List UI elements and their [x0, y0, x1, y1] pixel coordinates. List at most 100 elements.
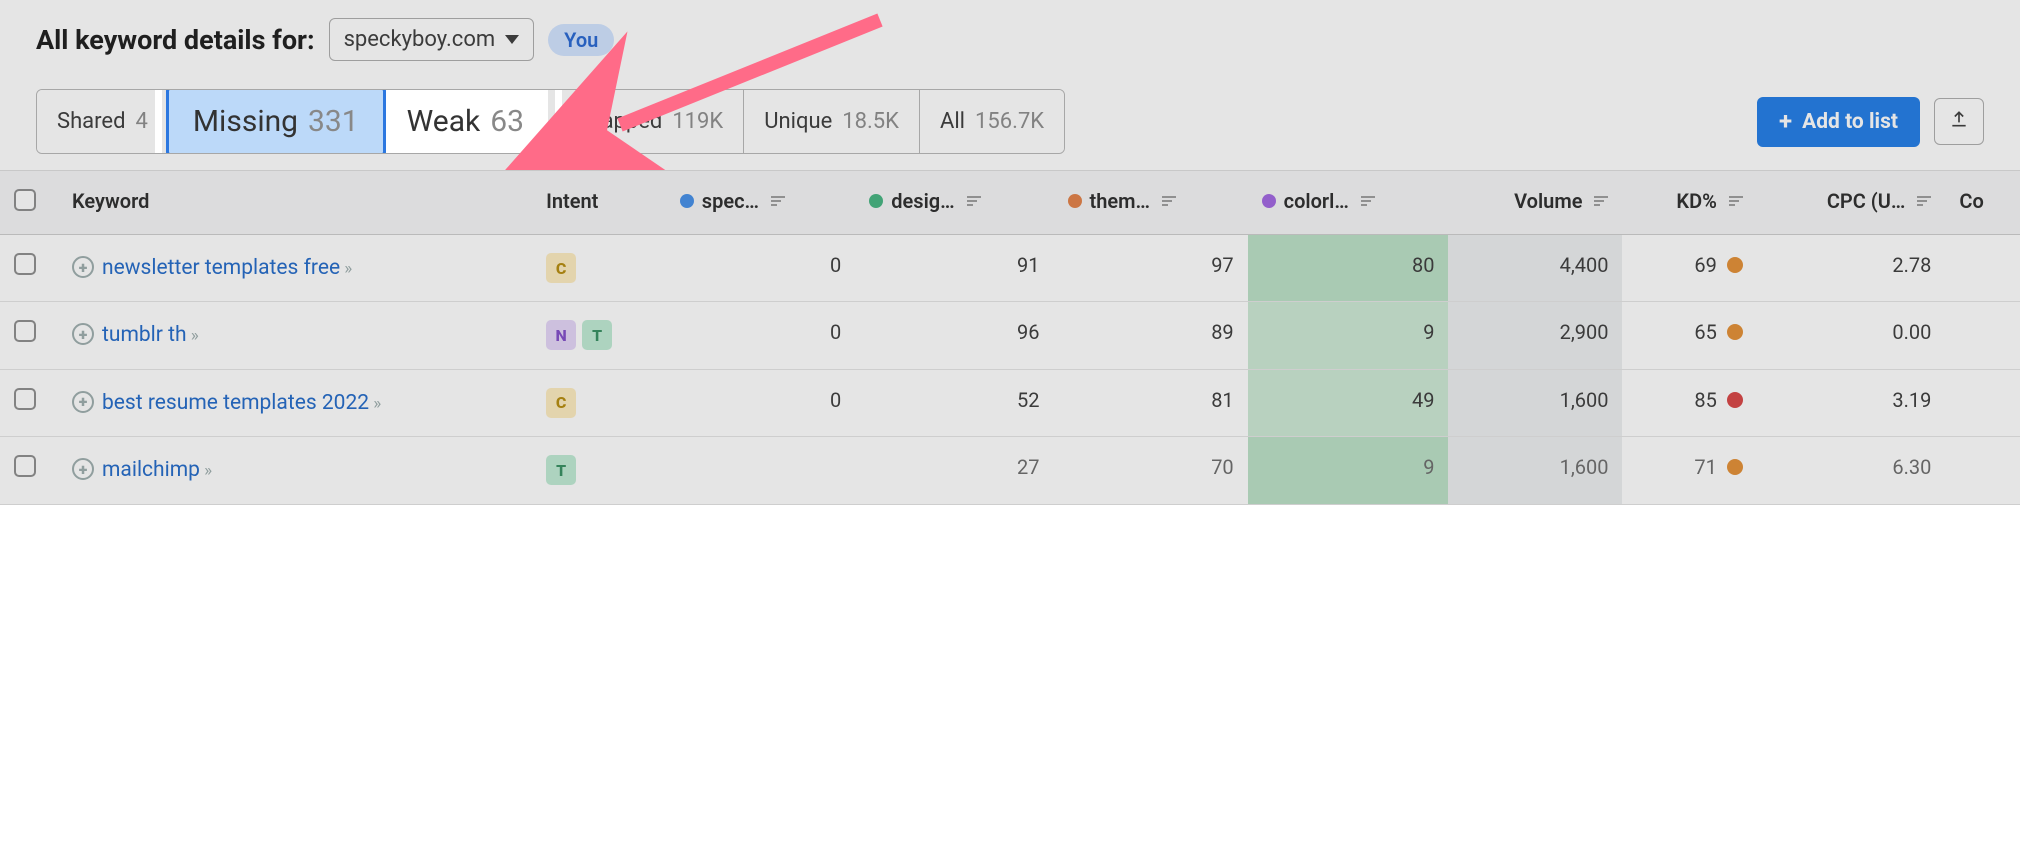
expand-icon[interactable]: + [72, 323, 94, 345]
cell-volume: 2,900 [1448, 302, 1622, 369]
add-to-list-label: Add to list [1802, 110, 1898, 134]
domain-dropdown[interactable]: speckyboy.com [329, 18, 535, 61]
col-volume[interactable]: Volume [1448, 171, 1622, 235]
filter-all-count: 156.7K [975, 109, 1044, 134]
cell-co [1945, 302, 2020, 369]
dot-icon [869, 194, 883, 208]
col-colorl-label: colorl… [1284, 189, 1349, 213]
expand-icon[interactable]: + [72, 391, 94, 413]
cell-spec [666, 437, 856, 504]
filter-shared-label: Shared [57, 109, 125, 134]
filter-segment: Shared 4 Missing 331 Weak 63 Untapped 11… [36, 89, 1065, 154]
keyword-cell: + tumblr th » [72, 320, 518, 350]
intent-badge-c: C [546, 253, 576, 283]
col-kd[interactable]: KD% [1622, 171, 1756, 235]
kd-dot-icon [1727, 257, 1743, 273]
col-intent[interactable]: Intent [532, 171, 666, 235]
keyword-cell: + best resume templates 2022 » [72, 388, 518, 418]
add-to-list-button[interactable]: Add to list [1757, 97, 1920, 147]
filter-missing-label: Missing [193, 104, 298, 139]
table-row: + best resume templates 2022 » C 0 52 81… [0, 369, 2020, 436]
keyword-link[interactable]: mailchimp » [102, 455, 208, 485]
cell-desig: 96 [855, 302, 1053, 369]
upload-icon [1949, 113, 1969, 134]
row-checkbox[interactable] [14, 320, 36, 342]
filter-weak[interactable]: Weak 63 [383, 90, 548, 153]
filter-all[interactable]: All 156.7K [920, 90, 1064, 153]
cell-co [1945, 437, 2020, 504]
cell-cpc: 6.30 [1757, 437, 1946, 504]
table-row: + newsletter templates free » C 0 91 97 … [0, 235, 2020, 302]
chevron-down-icon [505, 35, 519, 44]
page-title: All keyword details for: [36, 24, 315, 56]
filter-untapped-label: Untapped [568, 109, 662, 134]
expand-icon[interactable]: + [72, 458, 94, 480]
chevrons-icon: » [191, 326, 195, 346]
toolbar: Shared 4 Missing 331 Weak 63 Untapped 11… [0, 61, 2020, 171]
intent-badges: NT [546, 320, 652, 350]
kd-dot-icon [1727, 392, 1743, 408]
col-keyword[interactable]: Keyword [58, 171, 532, 235]
row-checkbox[interactable] [14, 455, 36, 477]
cell-kd: 71 [1622, 437, 1756, 504]
intent-badge-c: C [546, 388, 576, 418]
cell-spec: 0 [666, 369, 856, 436]
sort-icon [1361, 196, 1375, 206]
row-checkbox[interactable] [14, 388, 36, 410]
cell-colorl: 80 [1248, 235, 1449, 302]
cell-them: 70 [1054, 437, 1248, 504]
col-checkbox [0, 171, 58, 235]
cell-desig: 27 [855, 437, 1053, 504]
checkbox-all[interactable] [14, 189, 36, 211]
keyword-cell: + mailchimp » [72, 455, 518, 485]
col-spec-label: spec… [702, 189, 759, 213]
intent-badges: T [546, 455, 652, 485]
keyword-link[interactable]: tumblr th » [102, 320, 195, 350]
intent-badge-t: T [546, 455, 576, 485]
sort-icon [771, 196, 785, 206]
col-colorl[interactable]: colorl… [1248, 171, 1449, 235]
col-them-label: them… [1090, 189, 1151, 213]
table-header-row: Keyword Intent spec… desig… them… colorl… [0, 171, 2020, 235]
cell-them: 89 [1054, 302, 1248, 369]
chevrons-icon: » [344, 259, 348, 279]
cell-kd: 69 [1622, 235, 1756, 302]
cell-co [1945, 369, 2020, 436]
filter-untapped[interactable]: Untapped 119K [548, 90, 744, 153]
col-spec[interactable]: spec… [666, 171, 856, 235]
cell-cpc: 3.19 [1757, 369, 1946, 436]
expand-icon[interactable]: + [72, 256, 94, 278]
cell-kd: 65 [1622, 302, 1756, 369]
col-cpc-label: CPC (U… [1827, 189, 1906, 213]
right-actions: Add to list [1757, 97, 1984, 147]
sort-icon [967, 196, 981, 206]
cell-them: 97 [1054, 235, 1248, 302]
row-checkbox[interactable] [14, 253, 36, 275]
filter-weak-label: Weak [407, 104, 481, 139]
chevrons-icon: » [204, 461, 208, 481]
cell-desig: 91 [855, 235, 1053, 302]
col-cpc[interactable]: CPC (U… [1757, 171, 1946, 235]
keyword-link[interactable]: newsletter templates free » [102, 253, 348, 283]
export-button[interactable] [1934, 98, 1984, 145]
sort-icon [1729, 196, 1743, 206]
filter-shared[interactable]: Shared 4 [37, 90, 169, 153]
keyword-link[interactable]: best resume templates 2022 » [102, 388, 377, 418]
intent-badge-t: T [582, 320, 612, 350]
filter-missing[interactable]: Missing 331 [166, 89, 386, 154]
table-row: + tumblr th » NT 0 96 89 9 2,900 65 0.00 [0, 302, 2020, 369]
sort-desc-icon [1594, 196, 1608, 206]
col-desig[interactable]: desig… [855, 171, 1053, 235]
col-volume-label: Volume [1514, 189, 1582, 213]
filter-unique[interactable]: Unique 18.5K [744, 90, 920, 153]
cell-volume: 4,400 [1448, 235, 1622, 302]
cell-colorl: 9 [1248, 437, 1449, 504]
sort-icon [1162, 196, 1176, 206]
col-kd-label: KD% [1676, 189, 1716, 213]
intent-badges: C [546, 388, 652, 418]
plus-icon [1779, 109, 1792, 135]
sort-icon [1917, 196, 1931, 206]
col-them[interactable]: them… [1054, 171, 1248, 235]
cell-co [1945, 235, 2020, 302]
col-co[interactable]: Co [1945, 171, 2020, 235]
